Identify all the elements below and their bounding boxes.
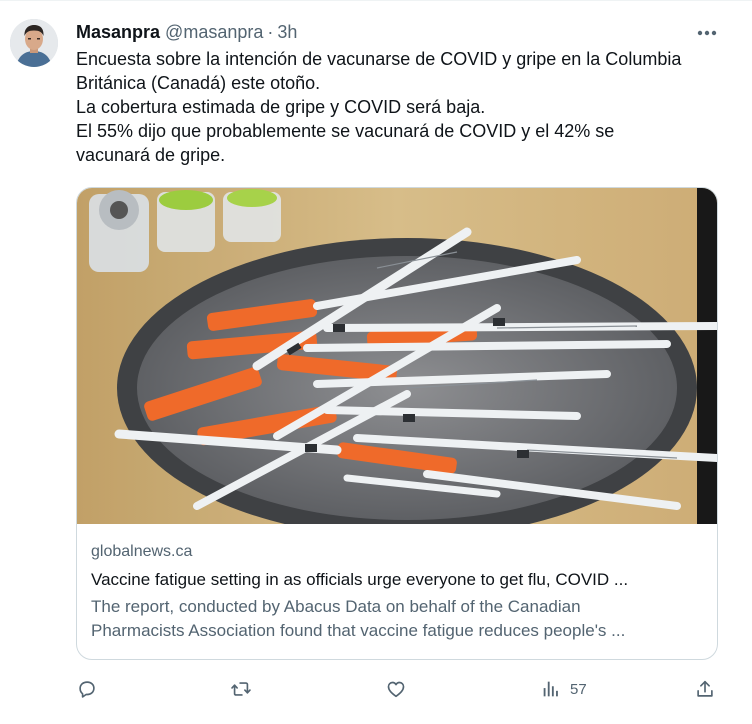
more-button[interactable]: [692, 21, 722, 45]
reply-icon: [79, 681, 95, 698]
reply-button[interactable]: [76, 673, 98, 705]
author-name[interactable]: Masanpra: [76, 20, 160, 44]
views-button[interactable]: 57: [540, 673, 587, 705]
like-button[interactable]: [385, 673, 407, 705]
syringes-photo: [77, 188, 717, 524]
more-icon: [697, 30, 717, 36]
tweet-text: Encuesta sobre la intención de vacunarse…: [76, 47, 726, 167]
retweet-icon: [231, 682, 251, 696]
card-domain: globalnews.ca: [91, 543, 193, 560]
link-card[interactable]: globalnews.ca Vaccine fatigue setting in…: [76, 187, 718, 660]
share-button[interactable]: [694, 673, 716, 705]
tweet-text-line: Encuesta sobre la intención de vacunarse…: [76, 49, 682, 69]
share-icon: [697, 680, 713, 697]
heart-icon: [387, 681, 405, 698]
tweet[interactable]: Masanpra @masanpra · 3h Encuesta sobre l…: [0, 0, 752, 724]
retweet-button[interactable]: [230, 673, 252, 705]
card-image[interactable]: [77, 188, 717, 524]
avatar[interactable]: [10, 19, 58, 67]
tweet-text-line: La cobertura estimada de gripe y COVID s…: [76, 97, 486, 117]
tweet-text-line: vacunará de gripe.: [76, 145, 226, 165]
card-description: The report, conducted by Abacus Data on …: [91, 595, 703, 643]
card-description-line: Pharmacists Association found that vacci…: [91, 621, 626, 640]
timestamp[interactable]: 3h: [277, 20, 297, 44]
views-count: 57: [570, 680, 587, 698]
bar-chart-icon: [543, 681, 558, 697]
tweet-text-line: Británica (Canadá) este otoño.: [76, 73, 321, 93]
tweet-header: Masanpra @masanpra · 3h: [76, 20, 297, 44]
tweet-text-line: El 55% dijo que probablemente se vacunar…: [76, 121, 615, 141]
avatar-photo: [10, 19, 58, 67]
card-title: Vaccine fatigue setting in as officials …: [91, 570, 629, 589]
action-bar: 57: [76, 673, 721, 705]
author-handle[interactable]: @masanpra: [165, 20, 263, 44]
card-description-line: The report, conducted by Abacus Data on …: [91, 597, 581, 616]
separator-dot: ·: [267, 22, 274, 42]
